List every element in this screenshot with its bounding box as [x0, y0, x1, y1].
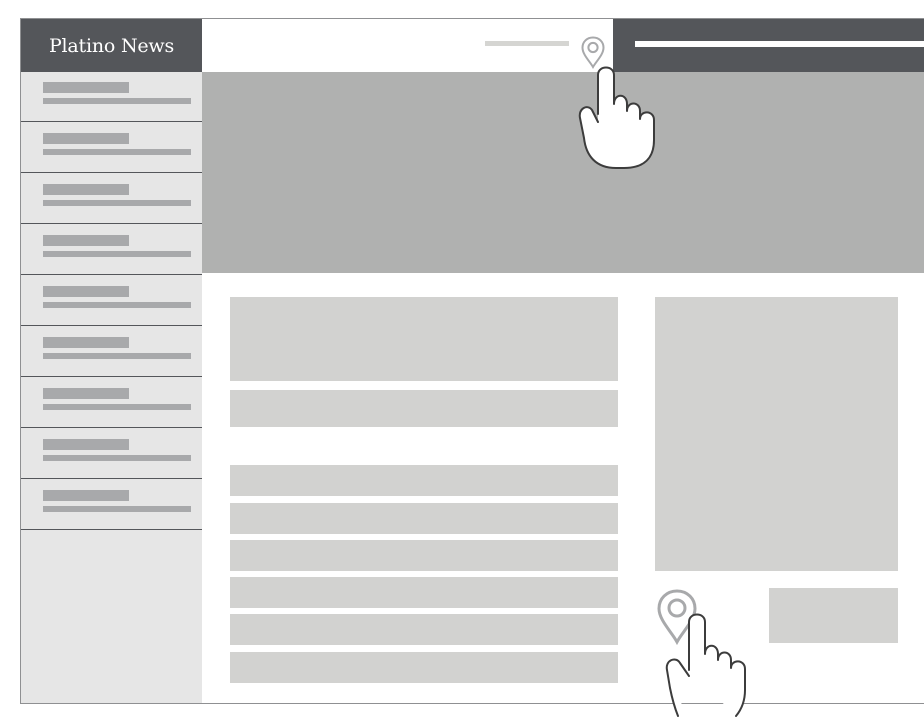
sidebar-item[interactable]	[21, 225, 202, 275]
nav-sublabel-placeholder	[43, 200, 191, 206]
sidebar-item[interactable]	[21, 429, 202, 479]
nav-label-placeholder	[43, 337, 129, 348]
sidebar-item[interactable]	[21, 378, 202, 428]
sidebar-item[interactable]	[21, 327, 202, 377]
nav-label-placeholder	[43, 388, 129, 399]
nav-sublabel-placeholder	[43, 251, 191, 257]
nav-label-placeholder	[43, 82, 129, 93]
list-item[interactable]	[230, 652, 618, 683]
sidebar-item[interactable]	[21, 276, 202, 326]
nav-sublabel-placeholder	[43, 455, 191, 461]
sidebar-item[interactable]	[21, 480, 202, 530]
list-item[interactable]	[230, 540, 618, 571]
article-image-placeholder[interactable]	[230, 297, 618, 381]
sidebar-item[interactable]	[21, 174, 202, 224]
nav-label-placeholder	[43, 490, 129, 501]
nav-label-placeholder	[43, 286, 129, 297]
pointing-hand-icon	[665, 613, 746, 717]
list-item[interactable]	[230, 577, 618, 608]
nav-sublabel-placeholder	[43, 98, 191, 104]
article-title-placeholder[interactable]	[230, 390, 618, 427]
brand-title[interactable]: Platino News	[21, 19, 202, 72]
pointing-hand-icon	[578, 66, 655, 169]
sidebar-item[interactable]	[21, 72, 202, 122]
map-placeholder[interactable]	[655, 297, 898, 571]
search-field[interactable]	[485, 41, 569, 46]
list-item[interactable]	[230, 503, 618, 534]
nav-sublabel-placeholder	[43, 404, 191, 410]
hero-banner[interactable]	[202, 72, 924, 273]
action-button[interactable]	[769, 588, 898, 643]
nav-sublabel-placeholder	[43, 302, 191, 308]
nav-sublabel-placeholder	[43, 353, 191, 359]
sidebar-item[interactable]	[21, 123, 202, 173]
nav-label-placeholder	[43, 184, 129, 195]
nav-sublabel-placeholder	[43, 149, 191, 155]
nav-label-placeholder	[43, 235, 129, 246]
sidebar: Platino News	[21, 19, 202, 703]
nav-sublabel-placeholder	[43, 506, 191, 512]
nav-label-placeholder	[43, 133, 129, 144]
list-item[interactable]	[230, 465, 618, 496]
nav-label-placeholder	[43, 439, 129, 450]
list-item[interactable]	[230, 614, 618, 645]
header-menu-line[interactable]	[635, 41, 924, 47]
